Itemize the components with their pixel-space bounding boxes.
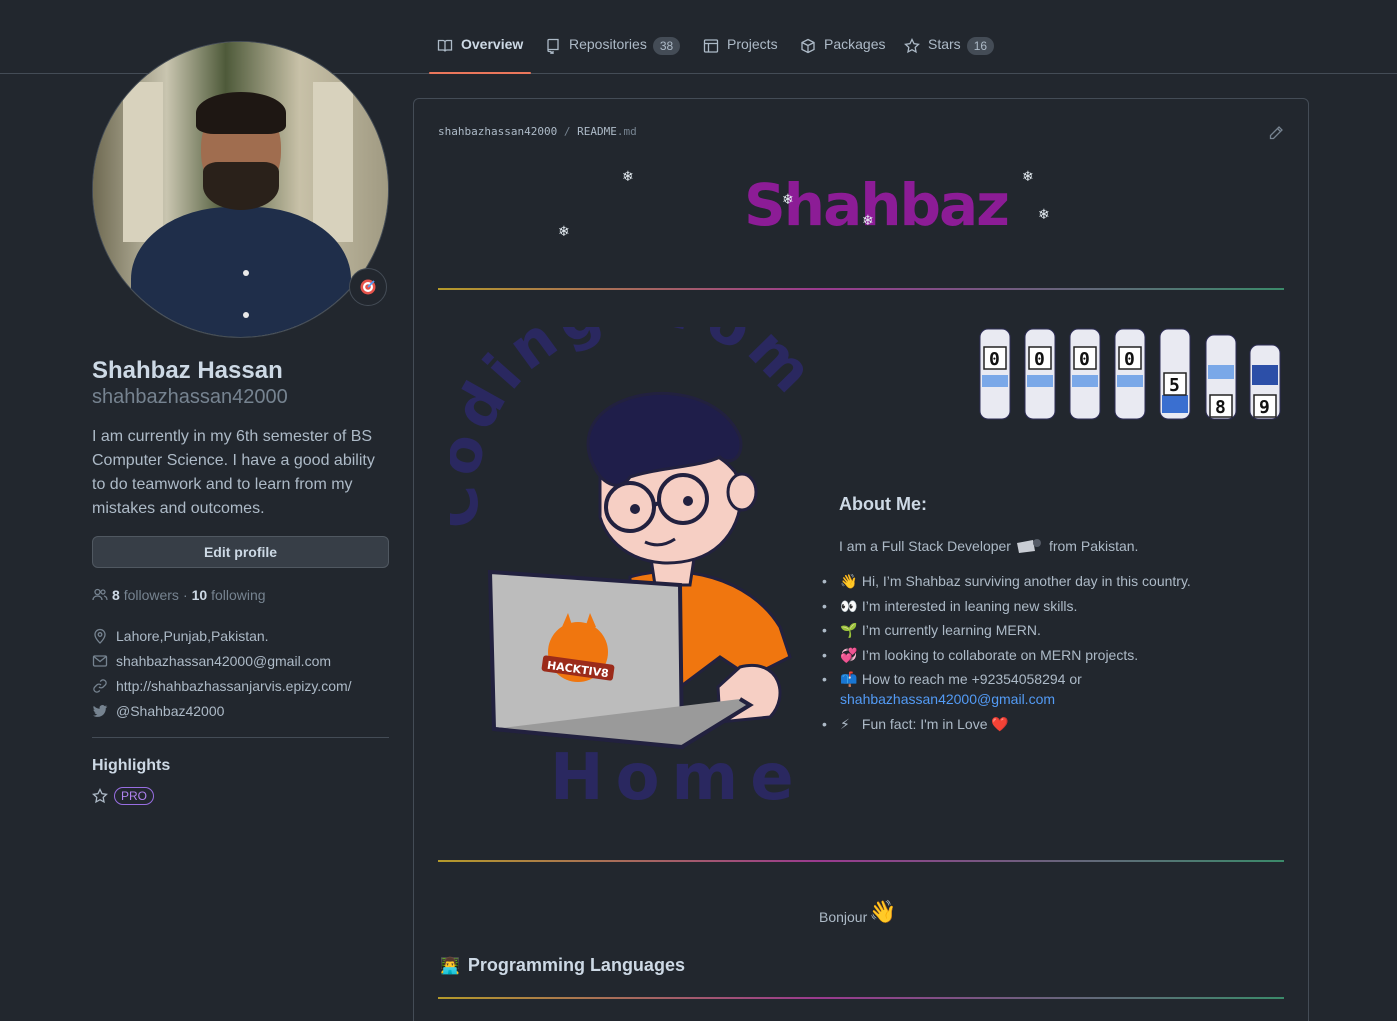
- tab-projects[interactable]: Projects: [703, 36, 778, 74]
- pencil-icon[interactable]: [1268, 125, 1284, 141]
- readme-file-ext: .md: [616, 125, 637, 138]
- pro-badge[interactable]: PRO: [114, 787, 155, 805]
- follow-separator: ·: [182, 587, 188, 603]
- snowflake-icon: ❄: [782, 191, 794, 207]
- readme-box: shahbazhassan42000 / README.md Shahbaz ❄…: [413, 98, 1309, 1021]
- readme-path: shahbazhassan42000 / README.md: [438, 125, 637, 138]
- eyes-icon: 👀: [840, 597, 858, 614]
- mail-icon: [92, 655, 108, 667]
- people-icon: [92, 588, 108, 601]
- snowflake-icon: ❄: [862, 212, 874, 228]
- set-status-button[interactable]: [349, 268, 387, 306]
- email-link[interactable]: shahbazhassan42000@gmail.com: [116, 653, 331, 669]
- snowflake-icon: ❄: [1038, 206, 1050, 222]
- list-item: ⚡ Fun fact: I'm in Love ❤️: [822, 714, 1282, 734]
- avatar[interactable]: [92, 41, 389, 338]
- wave-icon: 👋: [869, 899, 897, 924]
- laptop-emoji-icon: [1016, 539, 1041, 553]
- twitter-item: @Shahbaz42000: [92, 703, 224, 719]
- readme-owner-link[interactable]: shahbazhassan42000: [438, 125, 557, 138]
- tab-repositories[interactable]: Repositories 38: [545, 36, 681, 74]
- highlights-title: Highlights: [92, 757, 171, 774]
- rainbow-divider: [438, 288, 1284, 290]
- location-text: Lahore,Punjab,Pakistan.: [116, 628, 269, 644]
- repositories-count: 38: [652, 37, 681, 55]
- counter-digit: 8: [1215, 397, 1226, 418]
- follow-stats: 8 followers · 10 following: [92, 587, 266, 603]
- edit-profile-button[interactable]: Edit profile: [92, 536, 389, 568]
- snowflake-icon: ❄: [1022, 168, 1034, 184]
- heart-icon: ❤️: [991, 715, 1009, 732]
- about-title: About Me:: [839, 494, 927, 514]
- book-icon: [437, 39, 453, 52]
- bonjour-line: Bonjour 👋: [819, 899, 897, 925]
- zap-icon: ⚡: [840, 715, 850, 732]
- package-icon: [801, 38, 815, 54]
- counter-digit: 0: [1124, 349, 1135, 370]
- tab-packages-label: Packages: [824, 36, 886, 52]
- counter-digit: 9: [1259, 397, 1270, 418]
- tab-repositories-label: Repositories: [569, 36, 647, 52]
- email-item: shahbazhassan42000@gmail.com: [92, 653, 331, 669]
- location-icon: [94, 628, 106, 644]
- programming-languages-heading: 👨‍💻 Programming Languages: [440, 955, 685, 975]
- website-link[interactable]: http://shahbazhassanjarvis.epizy.com/: [116, 678, 352, 694]
- list-item: 👋 Hi, I’m Shahbaz surviving another day …: [822, 571, 1282, 591]
- snowflake-icon: ❄: [622, 168, 634, 184]
- tab-stars[interactable]: Stars 16: [904, 36, 995, 74]
- tab-overview-label: Overview: [461, 36, 524, 52]
- counter-digit: 5: [1169, 375, 1180, 396]
- profile-bio: I am currently in my 6th semester of BS …: [92, 428, 375, 517]
- twitter-link[interactable]: @Shahbaz42000: [116, 703, 224, 719]
- sidebar-divider: [92, 737, 389, 738]
- about-intro: I am a Full Stack Developer from Pakista…: [839, 538, 1139, 554]
- tab-stars-label: Stars: [928, 36, 961, 52]
- highlights-item: PRO: [92, 787, 155, 805]
- followers-link[interactable]: 8 followers: [112, 587, 179, 603]
- readme-email-link[interactable]: shahbazhassan42000@gmail.com: [840, 691, 1055, 707]
- visitor-counter: 0 0 0 0 5 8 9: [979, 328, 1281, 420]
- list-item: 💞️ I’m looking to collaborate on MERN pr…: [822, 645, 1282, 665]
- following-link[interactable]: 10 following: [192, 587, 266, 603]
- star-icon: [92, 788, 108, 804]
- counter-digit: 0: [989, 349, 1000, 370]
- list-item: 👀 I’m interested in leaning new skills.: [822, 596, 1282, 616]
- snowflake-icon: ❄: [558, 223, 570, 239]
- counter-digit: 0: [1034, 349, 1045, 370]
- tab-overview[interactable]: Overview: [428, 36, 532, 74]
- target-icon: [360, 279, 376, 295]
- list-item: 🌱 I’m currently learning MERN.: [822, 620, 1282, 640]
- technologist-icon: 👨‍💻: [440, 957, 460, 975]
- twitter-icon: [93, 705, 108, 717]
- profile-login: shahbazhassan42000: [92, 386, 288, 408]
- stars-count: 16: [966, 37, 995, 55]
- tab-projects-label: Projects: [727, 36, 778, 52]
- about-list: 👋 Hi, I’m Shahbaz surviving another day …: [822, 571, 1282, 738]
- rainbow-divider: [438, 997, 1284, 999]
- art-text-bottom: Home: [550, 741, 806, 815]
- website-item: http://shahbazhassanjarvis.epizy.com/: [92, 678, 352, 694]
- star-icon: [904, 38, 920, 54]
- bonjour-text: Bonjour: [819, 909, 868, 925]
- table-icon: [703, 39, 719, 53]
- wave-icon: 👋: [840, 573, 858, 589]
- mailbox-icon: 📫: [840, 671, 858, 687]
- coding-from-home-illustration: Coding from Home HACKTIV8: [450, 327, 824, 815]
- tab-packages[interactable]: Packages: [800, 36, 885, 74]
- hearts-icon: 💞️: [840, 646, 858, 663]
- location-item: Lahore,Punjab,Pakistan.: [92, 628, 269, 644]
- counter-digit: 0: [1079, 349, 1090, 370]
- profile-name: Shahbaz Hassan: [92, 357, 283, 384]
- list-item: 📫 How to reach me +92354058294 orshahbaz…: [822, 669, 1282, 709]
- readme-file-name: README: [577, 125, 617, 138]
- link-icon: [93, 679, 107, 693]
- seedling-icon: 🌱: [840, 622, 858, 638]
- readme-path-slash: /: [563, 125, 571, 138]
- repo-icon: [547, 38, 559, 54]
- rainbow-divider: [438, 860, 1284, 862]
